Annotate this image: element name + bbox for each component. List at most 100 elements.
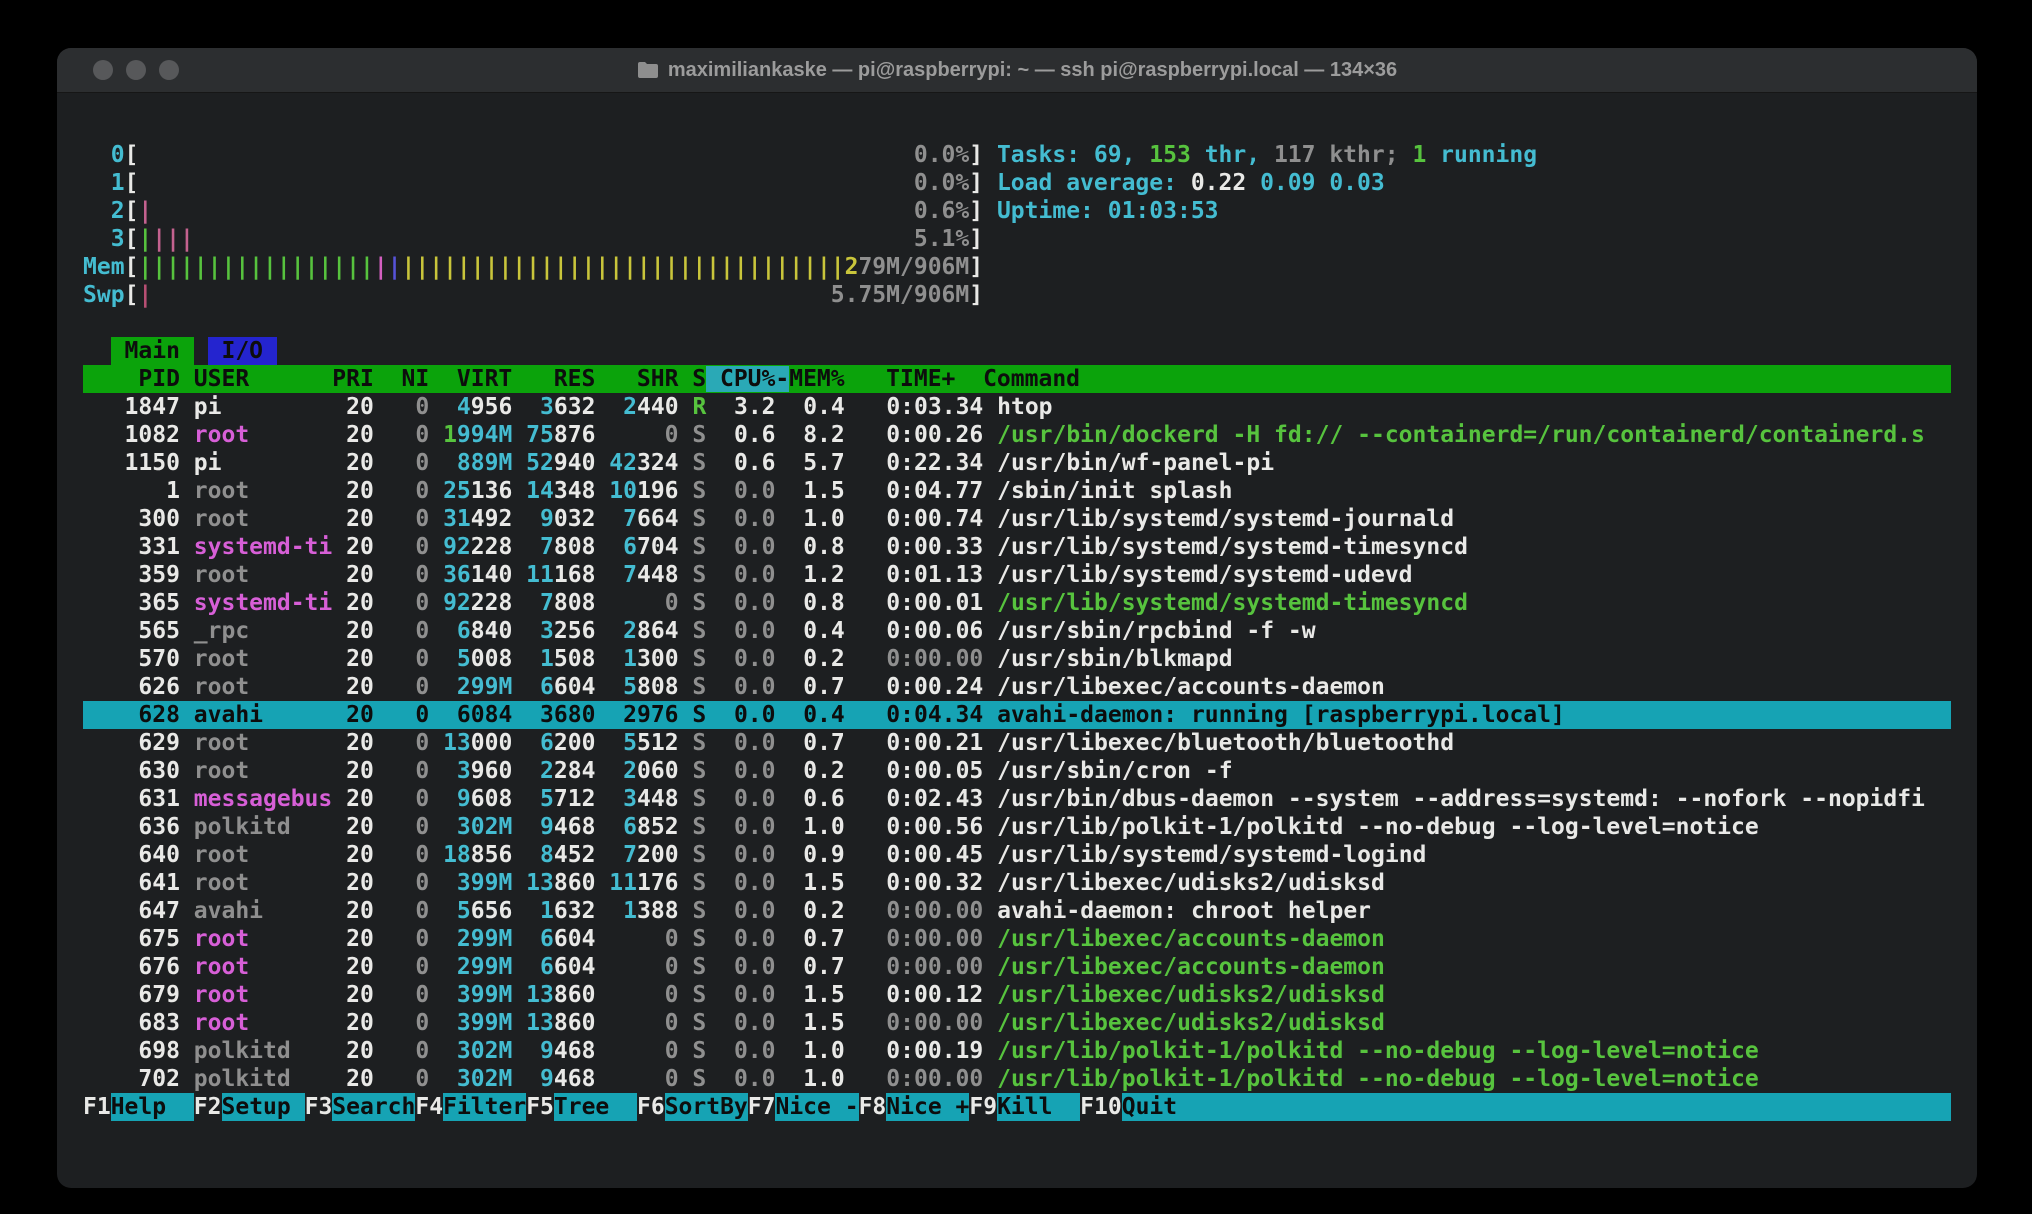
- process-row[interactable]: 359 root 20 0 36140 11168 7448 S 0.0 1.2…: [83, 561, 1951, 589]
- summary-text: ,: [1122, 142, 1150, 168]
- fkey-f3[interactable]: F3: [305, 1093, 333, 1121]
- process-row[interactable]: 1082 root 20 0 1994M 75876 0 S 0.6 8.2 0…: [83, 421, 1951, 449]
- time-cell: 0:00.00: [845, 646, 983, 672]
- process-row[interactable]: 1 root 20 0 25136 14348 10196 S 0.0 1.5 …: [83, 477, 1951, 505]
- fkey-f10[interactable]: F10: [1080, 1093, 1122, 1121]
- process-row[interactable]: 698 polkitd 20 0 302M 9468 0 S 0.0 1.0 0…: [83, 1037, 1951, 1065]
- process-row[interactable]: 630 root 20 0 3960 2284 2060 S 0.0 0.2 0…: [83, 757, 1951, 785]
- process-row[interactable]: 675 root 20 0 299M 6604 0 S 0.0 0.7 0:00…: [83, 925, 1951, 953]
- time-cell: 0:00.21: [845, 730, 983, 756]
- column-headers[interactable]: MEM% TIME+ Command: [789, 366, 1080, 392]
- fkey-f9[interactable]: F9: [969, 1093, 997, 1121]
- process-row[interactable]: 628 avahi 20 0 6084 3680 2976 S 0.0 0.4 …: [83, 701, 1951, 729]
- folder-icon: [637, 61, 659, 79]
- process-row[interactable]: 641 root 20 0 399M 13860 11176 S 0.0 1.5…: [83, 869, 1951, 897]
- process-row[interactable]: 570 root 20 0 5008 1508 1300 S 0.0 0.2 0…: [83, 645, 1951, 673]
- tab-io[interactable]: I/O: [208, 337, 277, 365]
- process-row[interactable]: 636 polkitd 20 0 302M 9468 6852 S 0.0 1.…: [83, 813, 1951, 841]
- process-row[interactable]: 647 avahi 20 0 5656 1632 1388 S 0.0 0.2 …: [83, 897, 1951, 925]
- pri-cell: 20: [332, 562, 374, 588]
- bar-segment: |: [374, 254, 388, 280]
- ni-cell: 0: [374, 450, 429, 476]
- command-cell: /usr/lib/systemd/systemd-journald: [997, 506, 1454, 532]
- command-cell: /usr/sbin/blkmapd: [997, 646, 1232, 672]
- bar-segment: ||||||||||||||||||||||||||||||||: [402, 254, 845, 280]
- fkey-f2[interactable]: F2: [194, 1093, 222, 1121]
- process-row[interactable]: 626 root 20 0 299M 6604 5808 S 0.0 0.7 0…: [83, 673, 1951, 701]
- bar-segment: |: [138, 198, 152, 224]
- column-headers[interactable]: PID USER PRI NI VIRT RES SHR S: [83, 366, 706, 392]
- ni-cell: 0: [374, 618, 429, 644]
- fkey-f7[interactable]: F7: [748, 1093, 776, 1121]
- process-row[interactable]: 1847 pi 20 0 4956 3632 2440 R 3.2 0.4 0:…: [83, 393, 1951, 421]
- fkey-f1[interactable]: F1: [83, 1093, 111, 1121]
- bar-segment: |: [388, 254, 402, 280]
- pid-cell: 1150: [83, 450, 194, 476]
- fkey-f4[interactable]: F4: [415, 1093, 443, 1121]
- pid-cell: 1082: [83, 422, 194, 448]
- time-cell: 0:00.00: [845, 898, 983, 924]
- minimize-button[interactable]: [126, 60, 146, 80]
- fkey-label-search[interactable]: Search: [332, 1093, 415, 1121]
- pri-cell: 20: [332, 618, 374, 644]
- process-row[interactable]: 679 root 20 0 399M 13860 0 S 0.0 1.5 0:0…: [83, 981, 1951, 1009]
- fkey-label-quit[interactable]: Quit: [1122, 1093, 1205, 1121]
- process-row[interactable]: 1150 pi 20 0 889M 52940 42324 S 0.6 5.7 …: [83, 449, 1951, 477]
- process-row[interactable]: 631 messagebus 20 0 9608 5712 3448 S 0.0…: [83, 785, 1951, 813]
- ni-cell: 0: [374, 702, 429, 728]
- process-row[interactable]: 676 root 20 0 299M 6604 0 S 0.0 0.7 0:00…: [83, 953, 1951, 981]
- command-cell: /sbin/init splash: [997, 478, 1232, 504]
- close-button[interactable]: [93, 60, 113, 80]
- meter-label: 1: [83, 170, 125, 196]
- pri-cell: 20: [332, 758, 374, 784]
- process-row[interactable]: 640 root 20 0 18856 8452 7200 S 0.0 0.9 …: [83, 841, 1951, 869]
- window-title-area: maximiliankaske — pi@raspberrypi: ~ — ss…: [637, 59, 1397, 82]
- process-row[interactable]: 565 _rpc 20 0 6840 3256 2864 S 0.0 0.4 0…: [83, 617, 1951, 645]
- cpu-cell: 0.0: [706, 618, 775, 644]
- cpu-cell: 0.0: [706, 1066, 775, 1092]
- summary-text: 0.22: [1191, 170, 1260, 196]
- user-cell: messagebus: [194, 786, 332, 812]
- fkey-label-filter[interactable]: Filter: [443, 1093, 526, 1121]
- ni-cell: 0: [374, 898, 429, 924]
- pid-cell: 641: [83, 870, 194, 896]
- meter-value: 0.6%: [914, 197, 969, 225]
- fkey-label-sortby[interactable]: SortBy: [665, 1093, 748, 1121]
- process-row[interactable]: 683 root 20 0 399M 13860 0 S 0.0 1.5 0:0…: [83, 1009, 1951, 1037]
- process-row[interactable]: 702 polkitd 20 0 302M 9468 0 S 0.0 1.0 0…: [83, 1065, 1951, 1093]
- meter-value: 0.0%: [914, 169, 969, 197]
- fkey-label-tree[interactable]: Tree: [554, 1093, 637, 1121]
- fkey-f6[interactable]: F6: [637, 1093, 665, 1121]
- zoom-button[interactable]: [159, 60, 179, 80]
- state-cell: S: [692, 1066, 706, 1092]
- summary-text: Tasks:: [997, 142, 1094, 168]
- fkey-f5[interactable]: F5: [526, 1093, 554, 1121]
- time-cell: 0:00.05: [845, 758, 983, 784]
- process-row[interactable]: 629 root 20 0 13000 6200 5512 S 0.0 0.7 …: [83, 729, 1951, 757]
- fkey-label-nice[interactable]: Nice +: [886, 1093, 969, 1121]
- pri-cell: 20: [332, 926, 374, 952]
- command-cell: /usr/lib/systemd/systemd-udevd: [997, 562, 1412, 588]
- process-row[interactable]: 365 systemd-ti 20 0 92228 7808 0 S 0.0 0…: [83, 589, 1951, 617]
- fkey-label-help[interactable]: Help: [111, 1093, 194, 1121]
- state-cell: S: [692, 954, 706, 980]
- ni-cell: 0: [374, 646, 429, 672]
- fkey-label-nice[interactable]: Nice -: [775, 1093, 858, 1121]
- process-row[interactable]: 331 systemd-ti 20 0 92228 7808 6704 S 0.…: [83, 533, 1951, 561]
- cpu-cell: 0.0: [706, 870, 775, 896]
- fkey-label-kill[interactable]: Kill: [997, 1093, 1080, 1121]
- fkey-label-setup[interactable]: Setup: [222, 1093, 305, 1121]
- command-cell: /usr/lib/polkit-1/polkitd --no-debug --l…: [997, 1066, 1759, 1092]
- meter-row-2: 2[|0.6%] Uptime: 01:03:53: [83, 197, 1951, 225]
- tab-main[interactable]: Main: [111, 337, 194, 365]
- summary-text: 69: [1094, 142, 1122, 168]
- meter-label: Mem: [83, 254, 125, 280]
- process-row[interactable]: 300 root 20 0 31492 9032 7664 S 0.0 1.0 …: [83, 505, 1951, 533]
- summary-text: running: [1426, 142, 1537, 168]
- fkey-f8[interactable]: F8: [859, 1093, 887, 1121]
- user-cell: root: [194, 982, 332, 1008]
- mem-cell: 0.7: [776, 926, 845, 952]
- cpu-cell: 0.0: [706, 506, 775, 532]
- command-cell: /usr/libexec/udisks2/udisksd: [997, 1010, 1385, 1036]
- sort-column-header-cpu[interactable]: CPU%-: [706, 366, 789, 392]
